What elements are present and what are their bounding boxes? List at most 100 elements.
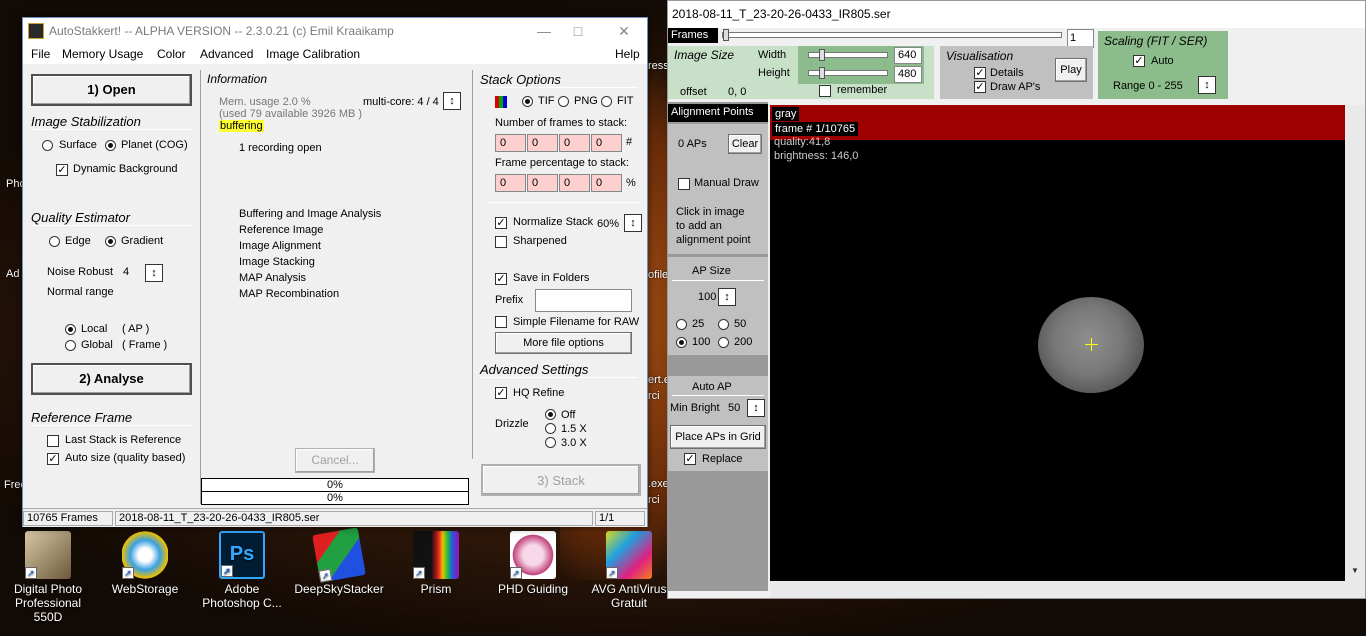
divider: [480, 377, 638, 378]
prefix-label: Prefix: [495, 294, 524, 306]
menu-file[interactable]: File: [31, 47, 50, 61]
prefix-input[interactable]: [535, 289, 632, 312]
viewer-title-bar: 2018-08-11_T_23-20-26-0433_IR805.ser: [668, 1, 1365, 28]
num-frames-field[interactable]: 0: [559, 134, 590, 152]
save-in-folders-label: Save in Folders: [513, 272, 590, 284]
fit-radio[interactable]: [601, 96, 612, 107]
details-checkbox[interactable]: ✓: [974, 67, 986, 79]
last-stack-reference-checkbox[interactable]: [47, 435, 59, 447]
noise-robust-label: Noise Robust: [47, 266, 114, 278]
drizzle-1-5x-radio[interactable]: [545, 423, 556, 434]
gradient-radio[interactable]: [105, 236, 116, 247]
desktop-icon-avg-antivirus[interactable]: ➚ AVG AntiVirus Gratuit: [583, 531, 675, 610]
menu-advanced[interactable]: Advanced: [200, 47, 253, 61]
height-slider[interactable]: [808, 67, 888, 79]
window-title: AutoStakkert! -- ALPHA VERSION -- 2.3.0.…: [49, 24, 394, 38]
manual-draw-checkbox[interactable]: [678, 178, 690, 190]
analyse-button[interactable]: 2) Analyse: [31, 363, 192, 395]
drizzle-3x-radio[interactable]: [545, 437, 556, 448]
menu-color[interactable]: Color: [157, 47, 186, 61]
ap-size-spinner-icon[interactable]: ↕: [718, 288, 736, 306]
desktop-icon-digital-photo[interactable]: ➚ Digital Photo Professional 550D: [2, 531, 94, 624]
scroll-down-icon[interactable]: ▼: [1351, 567, 1359, 575]
clear-button[interactable]: Clear: [728, 134, 762, 154]
drizzle-1-5x-label: 1.5 X: [561, 423, 587, 435]
draw-aps-checkbox[interactable]: ✓: [974, 81, 986, 93]
num-frames-field[interactable]: 0: [591, 134, 622, 152]
frame-percentage-field[interactable]: 0: [495, 174, 526, 192]
desktop-icon-photoshop[interactable]: Ps ➚ Adobe Photoshop C...: [196, 531, 288, 610]
desktop-icon-prism[interactable]: ➚ Prism: [390, 531, 482, 596]
menu-image-calibration[interactable]: Image Calibration: [266, 47, 360, 61]
play-button[interactable]: Play: [1055, 58, 1087, 82]
height-value[interactable]: 480: [894, 66, 922, 83]
maximize-icon[interactable]: □: [561, 21, 595, 41]
menu-bar: File Memory Usage Color Advanced Image C…: [23, 44, 647, 64]
horizontal-scrollbar[interactable]: [770, 581, 1365, 598]
open-button[interactable]: 1) Open: [31, 74, 192, 106]
stack-button[interactable]: 3) Stack: [481, 464, 641, 496]
ap-size-200-radio[interactable]: [718, 337, 729, 348]
ap-size-100-radio[interactable]: [676, 337, 687, 348]
global-radio[interactable]: [65, 340, 76, 351]
desktop-fragment: rci: [648, 390, 660, 402]
desktop-icon-webstorage[interactable]: ➚ WebStorage: [99, 531, 191, 596]
vertical-scrollbar[interactable]: ▼: [1345, 105, 1365, 581]
crosshair-vertical: [1091, 338, 1092, 351]
scaling-auto-label: Auto: [1151, 55, 1174, 67]
normalize-spinner-icon[interactable]: ↕: [624, 214, 642, 232]
multicore-text: multi-core: 4 / 4: [363, 96, 439, 108]
minimize-icon[interactable]: —: [527, 21, 561, 41]
png-radio[interactable]: [558, 96, 569, 107]
menu-help[interactable]: Help: [615, 47, 640, 61]
more-file-options-button[interactable]: More file options: [495, 332, 632, 354]
scaling-spinner-icon[interactable]: ↕: [1198, 76, 1216, 94]
num-frames-field[interactable]: 0: [527, 134, 558, 152]
ap-size-50-label: 50: [734, 318, 747, 330]
frame-image-view[interactable]: gray frame # 1/10765 quality:41,8 bright…: [770, 105, 1345, 581]
ap-size-50-radio[interactable]: [718, 319, 729, 330]
scaling-auto-checkbox[interactable]: ✓: [1133, 55, 1145, 67]
frame-percentage-field[interactable]: 0: [591, 174, 622, 192]
height-slider-thumb[interactable]: [819, 67, 825, 79]
frame-slider-thumb[interactable]: [723, 29, 729, 41]
ap-size-25-radio[interactable]: [676, 319, 687, 330]
menu-memory-usage[interactable]: Memory Usage: [62, 47, 143, 61]
surface-radio[interactable]: [42, 140, 53, 151]
tif-radio[interactable]: [522, 96, 533, 107]
normalize-stack-checkbox[interactable]: ✓: [495, 217, 507, 229]
simple-filename-checkbox[interactable]: [495, 316, 507, 328]
frame-slider[interactable]: [722, 29, 1062, 41]
stack-options-title: Stack Options: [480, 72, 561, 87]
sharpened-checkbox[interactable]: [495, 236, 507, 248]
frame-percentage-field[interactable]: 0: [559, 174, 590, 192]
edge-radio[interactable]: [49, 236, 60, 247]
auto-size-checkbox[interactable]: ✓: [47, 453, 59, 465]
num-frames-field[interactable]: 0: [495, 134, 526, 152]
min-bright-label: Min Bright: [670, 402, 720, 414]
remember-checkbox[interactable]: [819, 85, 831, 97]
place-aps-in-grid-button[interactable]: Place APs in Grid: [670, 425, 766, 449]
hq-refine-checkbox[interactable]: ✓: [495, 387, 507, 399]
width-slider-thumb[interactable]: [819, 49, 825, 61]
cancel-button[interactable]: Cancel...: [295, 448, 375, 473]
noise-robust-spinner-icon[interactable]: ↕: [145, 264, 163, 282]
close-icon[interactable]: ✕: [607, 21, 641, 41]
planet-radio[interactable]: [105, 140, 116, 151]
drizzle-off-radio[interactable]: [545, 409, 556, 420]
dynamic-background-checkbox[interactable]: ✓: [56, 164, 68, 176]
replace-checkbox[interactable]: ✓: [684, 453, 696, 465]
overlay-brightness: brightness: 146,0: [774, 150, 859, 162]
simple-filename-label: Simple Filename for RAW: [513, 316, 640, 328]
width-value[interactable]: 640: [894, 47, 922, 64]
width-slider[interactable]: [808, 49, 888, 61]
viewer-window: 2018-08-11_T_23-20-26-0433_IR805.ser Fra…: [667, 0, 1366, 599]
desktop-icon-phd-guiding[interactable]: ➚ PHD Guiding: [487, 531, 579, 596]
min-bright-spinner-icon[interactable]: ↕: [747, 399, 765, 417]
save-in-folders-checkbox[interactable]: ✓: [495, 273, 507, 285]
frame-percentage-field[interactable]: 0: [527, 174, 558, 192]
desktop-icon-deepskystacker[interactable]: ➚ DeepSkyStacker: [293, 527, 385, 596]
local-radio[interactable]: [65, 324, 76, 335]
num-frames-suffix: #: [626, 136, 633, 148]
multicore-spinner-icon[interactable]: ↕: [443, 92, 461, 110]
